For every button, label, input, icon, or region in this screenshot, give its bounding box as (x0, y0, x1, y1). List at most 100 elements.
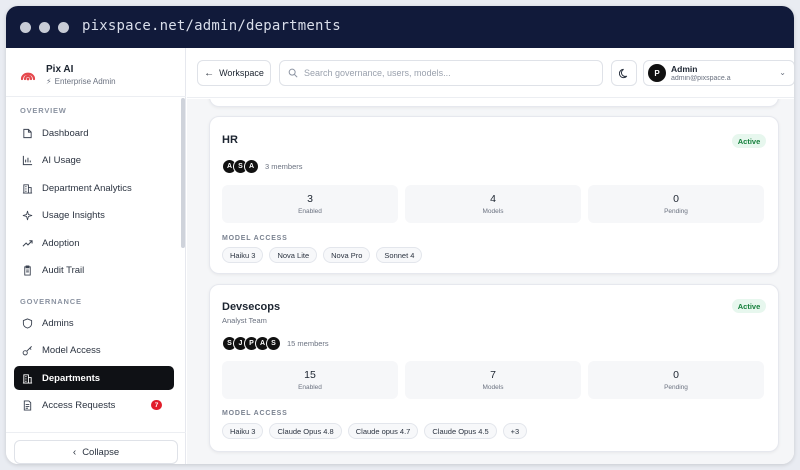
department-subtitle: Analyst Team (222, 316, 267, 325)
building-icon (22, 183, 33, 194)
stat-value: 3 (307, 193, 313, 205)
user-name: Admin (671, 64, 698, 74)
member-avatars: A S A 3 members (222, 158, 303, 174)
model-access-label: MODEL ACCESS (222, 235, 288, 242)
sidebar-item-label: Adoption (42, 237, 80, 249)
department-name: HR (222, 134, 238, 146)
model-chip[interactable]: Sonnet 4 (376, 247, 423, 263)
stat-pending: 0 Pending (588, 361, 764, 399)
building-icon (22, 373, 33, 384)
sidebar-item-label: Dashboard (42, 127, 89, 139)
sidebar-item-adoption[interactable]: Adoption (14, 231, 174, 255)
search-box[interactable] (279, 60, 603, 86)
window-close-dot[interactable] (20, 22, 31, 33)
clipboard-icon (24, 264, 31, 276)
app-window: pixspace.net/admin/departments Pix AI ⚡ … (6, 6, 794, 464)
avatar: A (244, 158, 259, 174)
sidebar: Pix AI ⚡ Enterprise Admin OVERVIEW Dashb… (6, 48, 186, 464)
search-input[interactable] (304, 68, 594, 78)
brand-subtitle: Enterprise Admin (54, 77, 116, 86)
collapse-button[interactable]: ‹ Collapse (14, 440, 178, 464)
member-count: 3 members (265, 161, 303, 171)
user-menu[interactable]: P Admin admin@pixspace.a ⌄ (643, 60, 794, 86)
stat-label: Enabled (298, 208, 322, 215)
browser-titlebar: pixspace.net/admin/departments (6, 6, 794, 48)
theme-toggle-button[interactable] (611, 60, 637, 86)
sidebar-item-audit-trail[interactable]: Audit Trail (14, 258, 174, 282)
model-chip[interactable]: Haiku 3 (222, 247, 264, 263)
stat-label: Models (482, 384, 504, 391)
sidebar-scrollbar[interactable] (181, 98, 185, 248)
status-badge: Active (732, 134, 766, 148)
key-icon (22, 345, 32, 355)
sidebar-item-departments[interactable]: Departments (14, 366, 174, 390)
window-minimize-dot[interactable] (39, 22, 50, 33)
model-chip[interactable]: Nova Pro (323, 247, 371, 263)
stat-label: Enabled (298, 384, 322, 391)
model-chip[interactable]: Nova Lite (269, 247, 318, 263)
stat-models: 7 Models (405, 361, 581, 399)
workspace-button[interactable]: ← Workspace (197, 60, 271, 86)
member-count: 15 members (287, 338, 329, 348)
sidebar-item-label: Audit Trail (42, 264, 85, 276)
model-chip[interactable]: Claude Opus 4.5 (424, 423, 497, 439)
stat-models: 4 Models (405, 185, 581, 223)
workspace-label: Workspace (219, 68, 264, 78)
sidebar-item-department-analytics[interactable]: Department Analytics (14, 176, 174, 200)
department-card: Devsecops Analyst Team Active S J P A S … (209, 284, 779, 452)
more-models-chip[interactable]: +3 (502, 423, 528, 439)
stat-label: Pending (664, 384, 688, 391)
document-icon (23, 399, 32, 411)
sidebar-bottom-divider (6, 432, 186, 433)
search-icon (288, 68, 298, 78)
model-chip[interactable]: Claude Opus 4.8 (269, 423, 342, 439)
sidebar-item-dashboard[interactable]: Dashboard (14, 121, 174, 145)
sidebar-item-label: Departments (42, 372, 101, 384)
moon-icon (618, 68, 627, 78)
window-maximize-dot[interactable] (58, 22, 69, 33)
sidebar-item-admins[interactable]: Admins (14, 311, 174, 335)
chevron-left-icon: ‹ (72, 446, 77, 458)
sidebar-item-access-requests[interactable]: Access Requests 7 (14, 393, 174, 417)
shield-icon (22, 317, 33, 329)
user-info: Admin admin@pixspace.a (671, 64, 767, 82)
bar-chart-icon (22, 155, 33, 165)
brand-name: Pix AI (46, 64, 74, 75)
section-label-overview: OVERVIEW (20, 106, 67, 115)
stat-value: 0 (673, 193, 679, 205)
model-chips: Haiku 3 Claude Opus 4.8 Claude opus 4.7 … (222, 423, 533, 439)
model-chip[interactable]: Haiku 3 (222, 423, 264, 439)
model-chips: Haiku 3 Nova Lite Nova Pro Sonnet 4 (222, 247, 428, 263)
stat-enabled: 3 Enabled (222, 185, 398, 223)
stat-label: Models (482, 208, 504, 215)
stat-label: Pending (664, 208, 688, 215)
chevron-down-icon: ⌄ (779, 68, 786, 77)
sidebar-item-model-access[interactable]: Model Access (14, 338, 174, 362)
model-chip[interactable]: Claude opus 4.7 (347, 423, 419, 439)
member-avatars: S J P A S 15 members (222, 335, 329, 351)
main-content: HR Active A S A 3 members 3 Enabled 4 Mo… (187, 99, 794, 464)
department-card-partial (209, 99, 779, 107)
sidebar-divider (6, 96, 186, 97)
brand[interactable]: Pix AI ⚡ Enterprise Admin (18, 60, 116, 90)
department-card: HR Active A S A 3 members 3 Enabled 4 Mo… (209, 116, 779, 274)
section-label-governance: GOVERNANCE (20, 297, 82, 306)
access-requests-badge: 7 (151, 400, 162, 410)
model-access-label: MODEL ACCESS (222, 410, 288, 417)
dashboard-icon (23, 128, 32, 138)
sparkle-icon (22, 210, 33, 220)
stat-value: 7 (490, 369, 496, 381)
stat-value: 0 (673, 369, 679, 381)
avatar: S (266, 335, 281, 351)
trending-up-icon (22, 239, 33, 247)
status-badge: Active (732, 299, 766, 313)
browser-url[interactable]: pixspace.net/admin/departments (82, 18, 341, 34)
sidebar-item-label: Admins (42, 317, 74, 329)
sidebar-item-label: Access Requests (42, 399, 116, 411)
pix-logo-icon (20, 72, 36, 81)
arrow-left-icon: ← (204, 67, 215, 79)
collapse-label: Collapse (82, 446, 120, 458)
sidebar-item-ai-usage[interactable]: AI Usage (14, 148, 174, 172)
sidebar-item-label: Model Access (42, 344, 101, 356)
sidebar-item-usage-insights[interactable]: Usage Insights (14, 203, 174, 227)
